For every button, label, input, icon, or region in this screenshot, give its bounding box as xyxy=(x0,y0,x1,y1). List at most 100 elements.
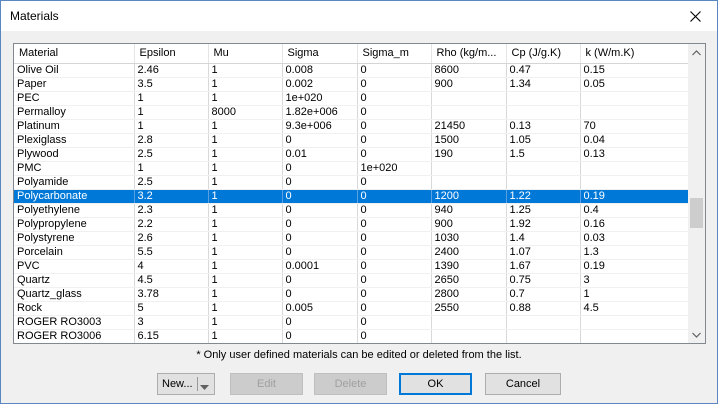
table-row[interactable]: Quartz 4.5 1 0 0 2650 0.75 3 xyxy=(14,273,689,288)
new-split-button[interactable]: New... xyxy=(157,373,215,395)
table-cell xyxy=(431,329,507,343)
table-cell: 1e+020 xyxy=(357,161,432,176)
table-row[interactable]: ROGER RO3003 3 1 0 0 xyxy=(14,315,689,330)
table-cell xyxy=(506,161,581,176)
column-header[interactable]: Sigma_m xyxy=(357,44,432,64)
table-cell: PVC xyxy=(14,259,135,274)
table-cell: 1 xyxy=(134,161,209,176)
table-cell: 0 xyxy=(282,245,358,260)
table-cell: 0.04 xyxy=(580,133,689,148)
table-cell: 1.5 xyxy=(506,147,581,162)
caret-down-icon[interactable] xyxy=(200,381,209,393)
table-cell: 5.5 xyxy=(134,245,209,260)
table-row[interactable]: Polypropylene 2.2 1 0 0 900 1.92 0.16 xyxy=(14,217,689,232)
table-cell: Quartz_glass xyxy=(14,287,135,302)
table-cell: Polyamide xyxy=(14,175,135,190)
table-cell: 900 xyxy=(431,217,507,232)
table-row[interactable]: Porcelain 5.5 1 0 0 2400 1.07 1.3 xyxy=(14,245,689,260)
table-cell: 1 xyxy=(208,259,283,274)
column-header[interactable]: Cp (J/g.K) xyxy=(506,44,581,64)
vertical-scrollbar[interactable] xyxy=(688,44,705,343)
table-cell: 0 xyxy=(282,161,358,176)
table-cell: Olive Oil xyxy=(14,63,135,78)
table-cell xyxy=(506,175,581,190)
table-cell: 1500 xyxy=(431,133,507,148)
table-row[interactable]: Plexiglass 2.8 1 0 0 1500 1.05 0.04 xyxy=(14,133,689,148)
table-cell: 1.92 xyxy=(506,217,581,232)
table-cell: 3 xyxy=(580,273,689,288)
table-cell: 0.005 xyxy=(282,301,358,316)
column-header[interactable]: Material xyxy=(14,44,135,64)
table-cell xyxy=(431,161,507,176)
table-cell: 0.7 xyxy=(506,287,581,302)
table-cell: 1 xyxy=(208,147,283,162)
user-defined-note: * Only user defined materials can be edi… xyxy=(196,349,522,361)
close-button[interactable] xyxy=(673,1,717,31)
ok-button[interactable]: OK xyxy=(399,373,472,395)
delete-button[interactable]: Delete xyxy=(314,373,387,395)
table-row[interactable]: PVC 4 1 0.0001 0 1390 1.67 0.19 xyxy=(14,259,689,274)
table-cell: 0 xyxy=(357,203,432,218)
table-cell: 0 xyxy=(282,175,358,190)
table-cell: 1 xyxy=(208,161,283,176)
table-cell xyxy=(431,91,507,106)
table-row[interactable]: Polyamide 2.5 1 0 0 xyxy=(14,175,689,190)
table-cell: 1.34 xyxy=(506,77,581,92)
table-row[interactable]: PMC 1 1 0 1e+020 xyxy=(14,161,689,176)
table-cell: 6.15 xyxy=(134,329,209,343)
table-cell: Quartz xyxy=(14,273,135,288)
column-header[interactable]: Epsilon xyxy=(134,44,209,64)
scroll-down-button[interactable] xyxy=(688,326,705,343)
table-cell: 2.5 xyxy=(134,175,209,190)
table-row[interactable]: Olive Oil 2.46 1 0.008 0 8600 0.47 0.15 xyxy=(14,63,689,78)
table-cell: 2800 xyxy=(431,287,507,302)
column-header[interactable]: k (W/m.K) xyxy=(580,44,689,64)
table-cell: 0 xyxy=(357,77,432,92)
table-cell: 0 xyxy=(357,301,432,316)
table-row[interactable]: Polycarbonate 3.2 1 0 0 1200 1.22 0.19 xyxy=(14,189,689,204)
table-cell: 0 xyxy=(357,91,432,106)
table-cell: 2.8 xyxy=(134,133,209,148)
table-row[interactable]: PEC 1 1 1e+020 0 xyxy=(14,91,689,106)
table-row[interactable]: ROGER RO3006 6.15 1 0 0 xyxy=(14,329,689,343)
scroll-up-button[interactable] xyxy=(688,44,705,61)
table-cell: 0.47 xyxy=(506,63,581,78)
table-cell: ROGER RO3006 xyxy=(14,329,135,343)
table-cell: 4 xyxy=(134,259,209,274)
table-row[interactable]: Paper 3.5 1 0.002 0 900 1.34 0.05 xyxy=(14,77,689,92)
table-row[interactable]: Platinum 1 1 9.3e+006 0 21450 0.13 70 xyxy=(14,119,689,134)
table-row[interactable]: Plywood 2.5 1 0.01 0 190 1.5 0.13 xyxy=(14,147,689,162)
table-cell: Rock xyxy=(14,301,135,316)
table-cell: 4.5 xyxy=(134,273,209,288)
table-cell: Porcelain xyxy=(14,245,135,260)
cancel-button[interactable]: Cancel xyxy=(485,373,561,395)
scroll-thumb[interactable] xyxy=(690,198,703,228)
table-cell xyxy=(506,105,581,120)
table-cell: 3.2 xyxy=(134,189,209,204)
table-cell: 0 xyxy=(357,231,432,246)
table-cell xyxy=(506,315,581,330)
table-row[interactable]: Polystyrene 2.6 1 0 0 1030 1.4 0.03 xyxy=(14,231,689,246)
table-cell: 1030 xyxy=(431,231,507,246)
table-cell: 1 xyxy=(134,105,209,120)
table-cell: 0.19 xyxy=(580,189,689,204)
table-cell: 3.78 xyxy=(134,287,209,302)
table-cell: Plexiglass xyxy=(14,133,135,148)
table-cell: Polystyrene xyxy=(14,231,135,246)
table-cell: 0 xyxy=(357,147,432,162)
column-header[interactable]: Sigma xyxy=(282,44,358,64)
table-row[interactable]: Rock 5 1 0.005 0 2550 0.88 4.5 xyxy=(14,301,689,316)
table-cell: 9.3e+006 xyxy=(282,119,358,134)
column-header[interactable]: Mu xyxy=(208,44,283,64)
table-cell: 0.002 xyxy=(282,77,358,92)
column-header[interactable]: Rho (kg/m... xyxy=(431,44,507,64)
table-cell: 0 xyxy=(357,189,432,204)
table-cell: 0 xyxy=(282,189,358,204)
table-cell: 0 xyxy=(282,315,358,330)
table-cell: 1 xyxy=(208,217,283,232)
table-row[interactable]: Permalloy 1 8000 1.82e+006 0 xyxy=(14,105,689,120)
table-row[interactable]: Polyethylene 2.3 1 0 0 940 1.25 0.4 xyxy=(14,203,689,218)
table-row[interactable]: Quartz_glass 3.78 1 0 0 2800 0.7 1 xyxy=(14,287,689,302)
edit-button[interactable]: Edit xyxy=(230,373,303,395)
table-cell: 70 xyxy=(580,119,689,134)
